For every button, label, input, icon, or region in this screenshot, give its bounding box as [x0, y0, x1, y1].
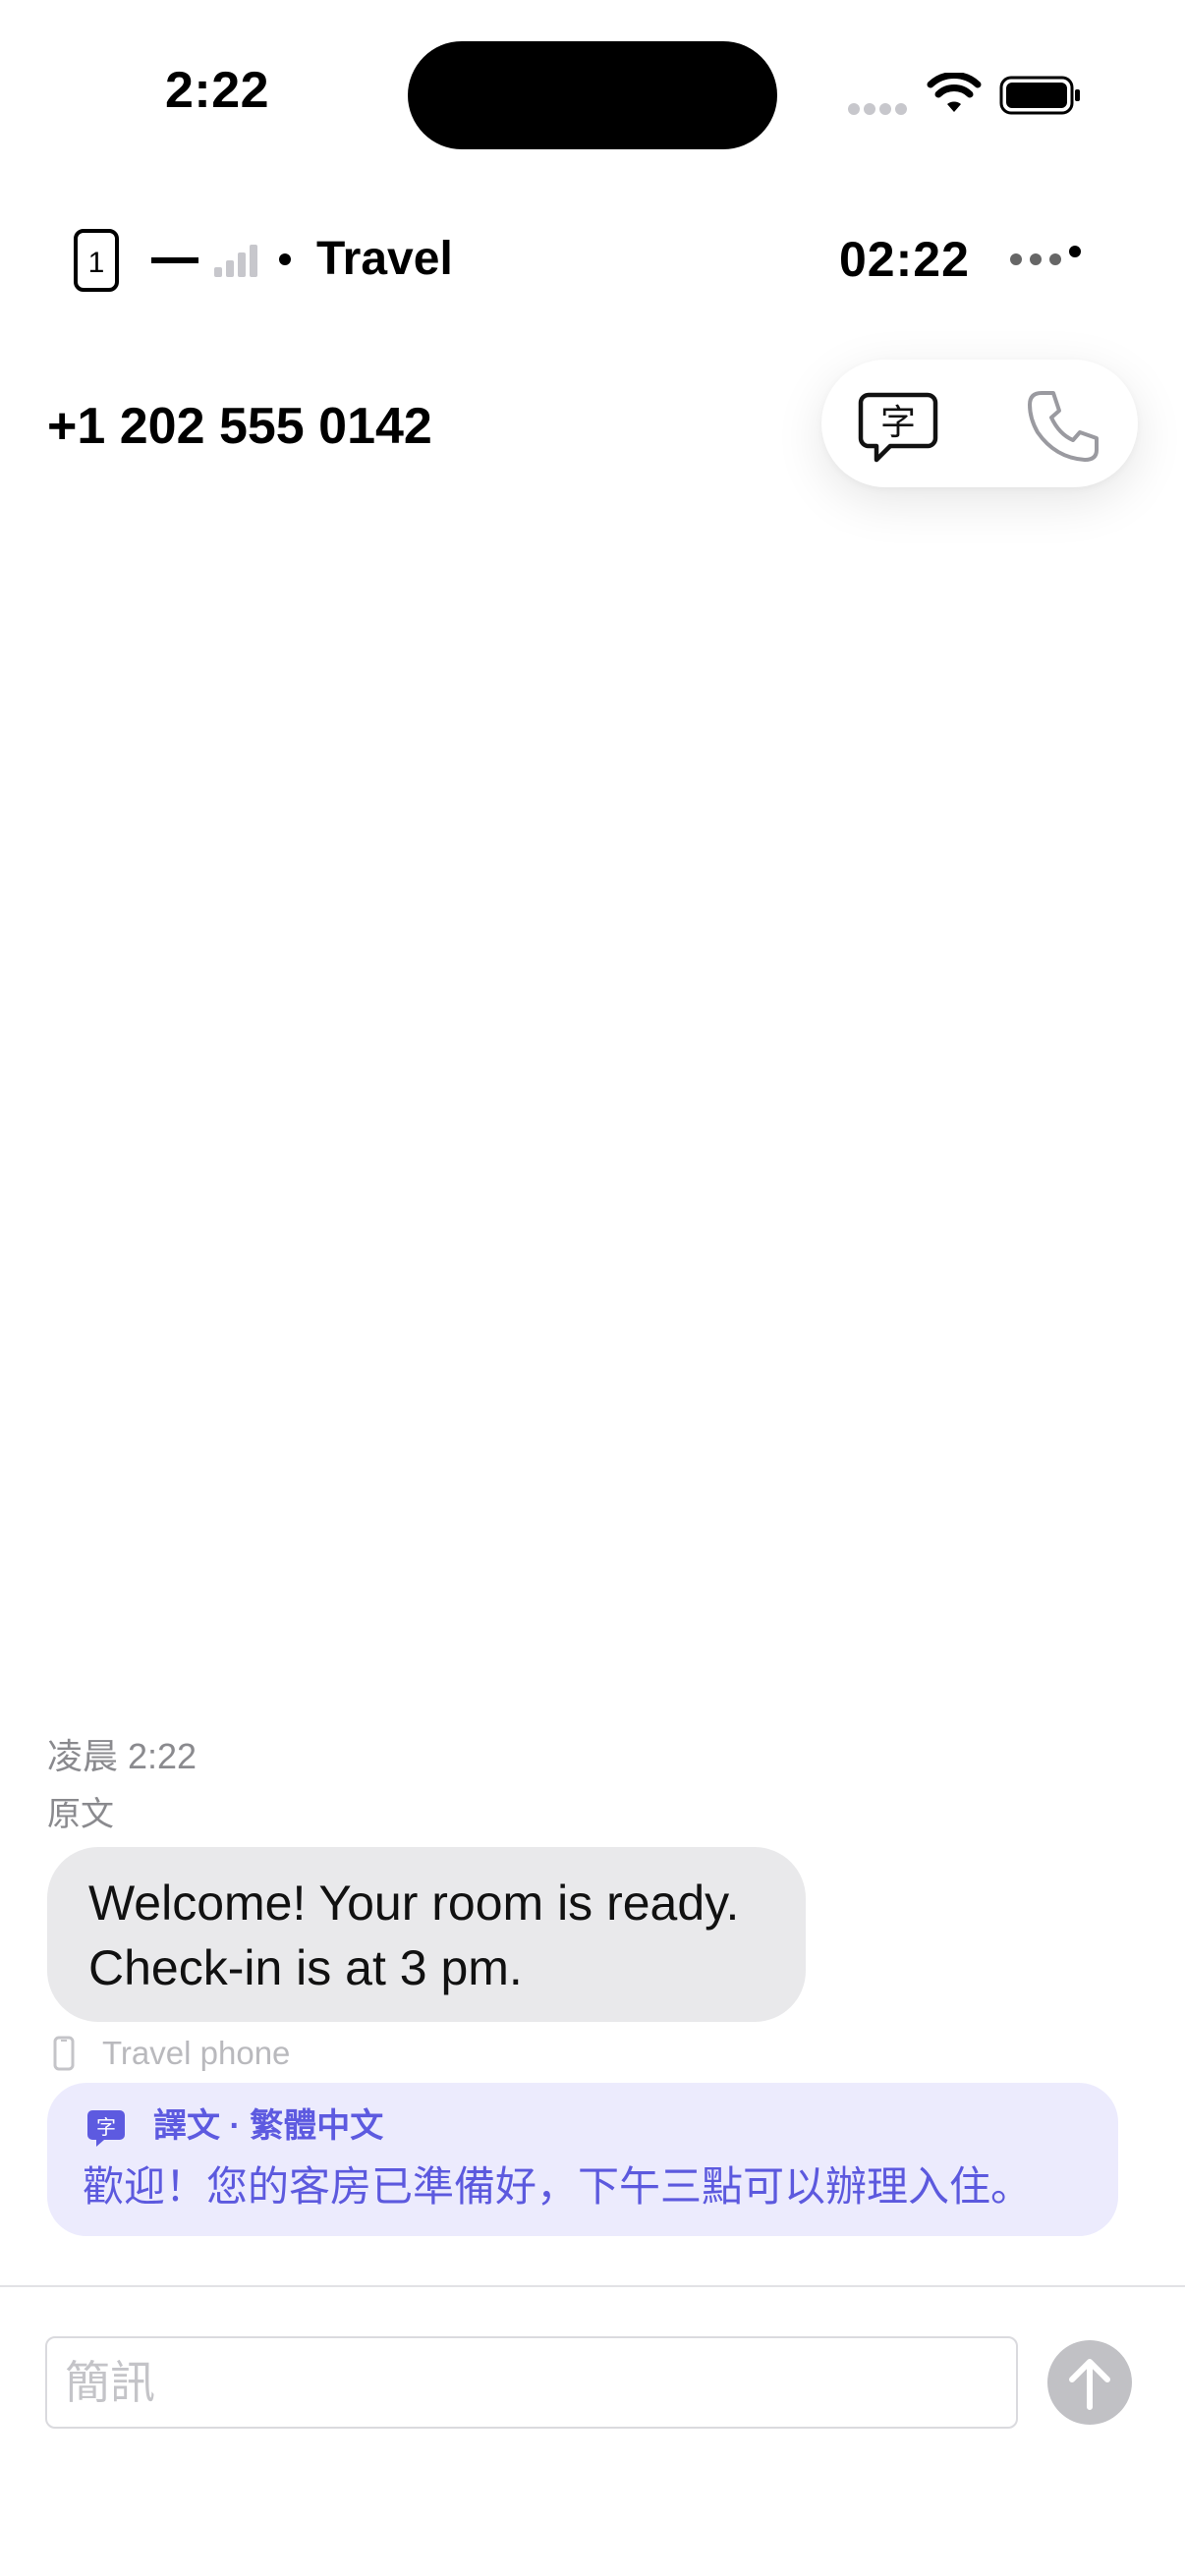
send-button[interactable] [1047, 2340, 1132, 2425]
incoming-message-bubble[interactable]: Welcome! Your room is ready. Check-in is… [47, 1847, 806, 2022]
contact-phone-number: +1 202 555 0142 [47, 398, 432, 455]
arrow-up-icon [1069, 2359, 1110, 2410]
message-line-2: Check-in is at 3 pm. [88, 1940, 523, 1995]
message-line-1: Welcome! Your room is ready. [88, 1876, 740, 1931]
message-input[interactable] [45, 2336, 1018, 2429]
svg-text:字: 字 [96, 2115, 116, 2139]
more-options-icon[interactable] [1006, 242, 1085, 273]
phone-device-icon [53, 2036, 75, 2071]
phone-call-icon[interactable] [1022, 383, 1106, 468]
battery-icon [999, 76, 1080, 115]
svg-text:字: 字 [880, 403, 916, 443]
wifi-icon [927, 73, 982, 112]
composer-divider [0, 2285, 1185, 2287]
sim-line-1-icon: 1 [74, 229, 119, 292]
original-text-label: 原文 [47, 1796, 114, 1833]
translated-text: 歡迎！您的客房已準備好，下午三點可以辦理入住。 [83, 2163, 1033, 2210]
svg-text:1: 1 [88, 247, 105, 279]
translation-badge-icon: 字 [87, 2110, 125, 2147]
signal-strength-icon [214, 245, 257, 277]
translation-label: 譯文 · 繁體中文 [153, 2107, 384, 2145]
translate-icon[interactable]: 字 [857, 385, 939, 468]
separator-dot [279, 253, 291, 265]
message-timestamp: 凌晨 2:22 [47, 1736, 198, 1776]
line-name: Travel [316, 233, 453, 285]
sim-carrier-dash [151, 257, 198, 263]
cellular-signal-icon [848, 103, 907, 115]
received-via-line: Travel phone [102, 2035, 291, 2071]
status-bar-time: 2:22 [165, 62, 270, 119]
call-timer: 02:22 [839, 232, 970, 287]
dynamic-island [408, 41, 777, 149]
